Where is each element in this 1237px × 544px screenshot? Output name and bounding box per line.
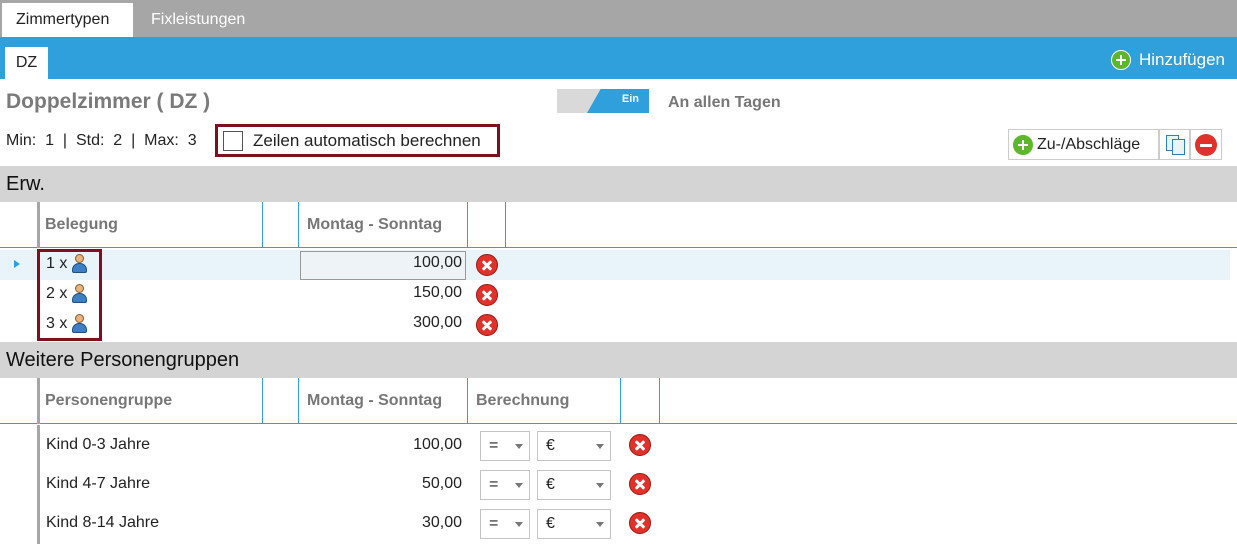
add-button-label: Hinzufügen xyxy=(1138,50,1225,69)
chevron-down-icon xyxy=(515,483,523,488)
price-value[interactable]: 100,00 xyxy=(302,254,462,272)
price-value[interactable]: 150,00 xyxy=(302,284,462,302)
table-row[interactable]: Kind 4-7 Jahre 50,00 = € xyxy=(0,469,1230,501)
minus-icon xyxy=(1195,133,1217,156)
min-std-max-info: Min: 1 | Std: 2 | Max: 3 xyxy=(6,132,197,149)
operator-value: = xyxy=(489,515,499,532)
room-type-bar: DZ Hinzufügen xyxy=(0,37,1237,79)
unit-value: € xyxy=(546,437,555,454)
chevron-down-icon xyxy=(596,483,604,488)
surcharge-button[interactable]: Zu-/Abschläge xyxy=(1008,129,1159,160)
delete-row-icon[interactable] xyxy=(629,512,651,534)
operator-select[interactable]: = xyxy=(480,509,530,539)
tab-zimmertypen[interactable]: Zimmertypen xyxy=(2,3,133,37)
toggle-on-indicator xyxy=(587,89,649,113)
person-group-name: Kind 0-3 Jahre xyxy=(46,436,151,453)
adults-grid-header: Belegung Montag - Sonntag xyxy=(0,202,1237,248)
copy-icon xyxy=(1164,134,1186,156)
col-person-group[interactable]: Personengruppe xyxy=(37,378,172,424)
unit-select[interactable]: € xyxy=(537,470,611,500)
groups-grid-header: Personengruppe Montag - Sonntag Berechnu… xyxy=(0,378,1237,424)
remove-button[interactable] xyxy=(1190,129,1222,160)
chevron-down-icon xyxy=(596,522,604,527)
unit-select[interactable]: € xyxy=(537,431,611,461)
row-selector-icon xyxy=(14,260,20,268)
delete-row-icon[interactable] xyxy=(629,434,651,456)
table-row[interactable]: Kind 0-3 Jahre 100,00 = € xyxy=(0,430,1230,462)
operator-select[interactable]: = xyxy=(480,470,530,500)
days-label: An allen Tagen xyxy=(668,94,781,111)
plus-icon xyxy=(1013,134,1033,155)
table-row[interactable]: Kind 8-14 Jahre 30,00 = € xyxy=(0,508,1230,540)
col-price[interactable]: Montag - Sonntag xyxy=(299,202,442,248)
unit-value: € xyxy=(546,515,555,532)
operator-value: = xyxy=(489,437,499,454)
delete-row-icon[interactable] xyxy=(476,284,498,306)
subtab-dz[interactable]: DZ xyxy=(5,47,48,79)
price-value[interactable]: 100,00 xyxy=(302,436,462,454)
delete-row-icon[interactable] xyxy=(476,254,498,276)
chevron-down-icon xyxy=(596,444,604,449)
operator-select[interactable]: = xyxy=(480,431,530,461)
section-adults: Erw. xyxy=(0,166,1237,202)
autocalc-label: Zeilen automatisch berechnen xyxy=(253,130,481,150)
delete-row-icon[interactable] xyxy=(476,314,498,336)
table-row[interactable]: 3 x 300,00 xyxy=(0,310,1230,340)
table-row[interactable]: 2 x 150,00 xyxy=(0,280,1230,310)
person-group-name: Kind 8-14 Jahre xyxy=(46,514,159,531)
active-toggle[interactable]: Ein xyxy=(557,89,649,113)
chevron-down-icon xyxy=(515,522,523,527)
unit-select[interactable]: € xyxy=(537,509,611,539)
copy-button[interactable] xyxy=(1159,129,1190,160)
room-title: Doppelzimmer ( DZ ) xyxy=(6,90,211,113)
add-button[interactable]: Hinzufügen xyxy=(1110,49,1225,71)
section-person-groups: Weitere Personengruppen xyxy=(0,342,1237,378)
operator-value: = xyxy=(489,476,499,493)
unit-value: € xyxy=(546,476,555,493)
top-tab-bar: Zimmertypen Fixleistungen xyxy=(0,0,1237,37)
table-row[interactable]: 1 x 100,00 xyxy=(0,250,1230,280)
occupancy-highlight xyxy=(37,249,102,341)
room-toolbar: Zu-/Abschläge xyxy=(1008,129,1222,160)
surcharge-label: Zu-/Abschläge xyxy=(1037,135,1141,153)
price-value[interactable]: 300,00 xyxy=(302,314,462,332)
autocalc-option[interactable]: Zeilen automatisch berechnen xyxy=(215,124,500,157)
autocalc-checkbox[interactable] xyxy=(223,130,243,151)
col-price[interactable]: Montag - Sonntag xyxy=(299,378,442,424)
plus-icon xyxy=(1110,50,1131,70)
price-value[interactable]: 50,00 xyxy=(302,475,462,493)
delete-row-icon[interactable] xyxy=(629,473,651,495)
toggle-label: Ein xyxy=(621,93,639,105)
chevron-down-icon xyxy=(515,444,523,449)
price-value[interactable]: 30,00 xyxy=(302,514,462,532)
person-group-name: Kind 4-7 Jahre xyxy=(46,475,151,492)
col-occupancy[interactable]: Belegung xyxy=(37,202,118,248)
tab-fixleistungen[interactable]: Fixleistungen xyxy=(137,3,259,37)
col-calculation[interactable]: Berechnung xyxy=(468,378,569,424)
